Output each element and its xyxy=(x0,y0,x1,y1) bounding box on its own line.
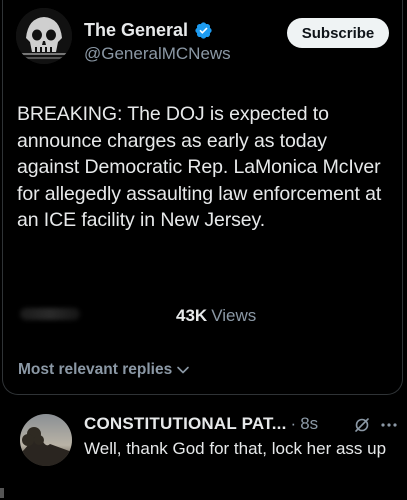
post-timestamp-blurred xyxy=(20,308,80,320)
chevron-down-icon xyxy=(176,363,190,377)
author-display-name[interactable]: The General xyxy=(84,20,188,41)
skull-avatar-image xyxy=(16,8,72,64)
subscribe-button[interactable]: Subscribe xyxy=(287,18,389,48)
author-avatar[interactable] xyxy=(16,8,72,64)
more-options-icon[interactable] xyxy=(380,416,398,434)
grok-icon[interactable] xyxy=(353,416,371,434)
views-label: Views xyxy=(211,306,257,325)
replies-sort-label: Most relevant replies xyxy=(18,361,173,378)
author-name-row[interactable]: The General xyxy=(84,20,213,41)
reply-author-avatar[interactable] xyxy=(20,414,72,466)
app-window: The General @GeneralMCNews Subscribe BRE… xyxy=(0,0,407,500)
views-count: 43K xyxy=(176,306,208,325)
reply-author-name[interactable]: CONSTITUTIONAL PAT... xyxy=(84,414,287,434)
tree-sky-avatar-image xyxy=(20,414,72,466)
views-row[interactable]: 43K Views xyxy=(176,306,256,326)
verified-badge-icon xyxy=(194,21,213,40)
post-text: BREAKING: The DOJ is expected to announc… xyxy=(17,103,382,231)
reply-separator: · xyxy=(290,414,297,433)
reply-timestamp[interactable]: 8s xyxy=(300,414,318,434)
edge-artifact xyxy=(0,488,4,498)
reply-header: CONSTITUTIONAL PAT... · 8s xyxy=(84,414,318,434)
author-handle[interactable]: @GeneralMCNews xyxy=(84,44,231,64)
reply-text: Well, thank God for that, lock her ass u… xyxy=(84,439,387,458)
replies-sort-dropdown[interactable]: Most relevant replies xyxy=(18,361,190,379)
